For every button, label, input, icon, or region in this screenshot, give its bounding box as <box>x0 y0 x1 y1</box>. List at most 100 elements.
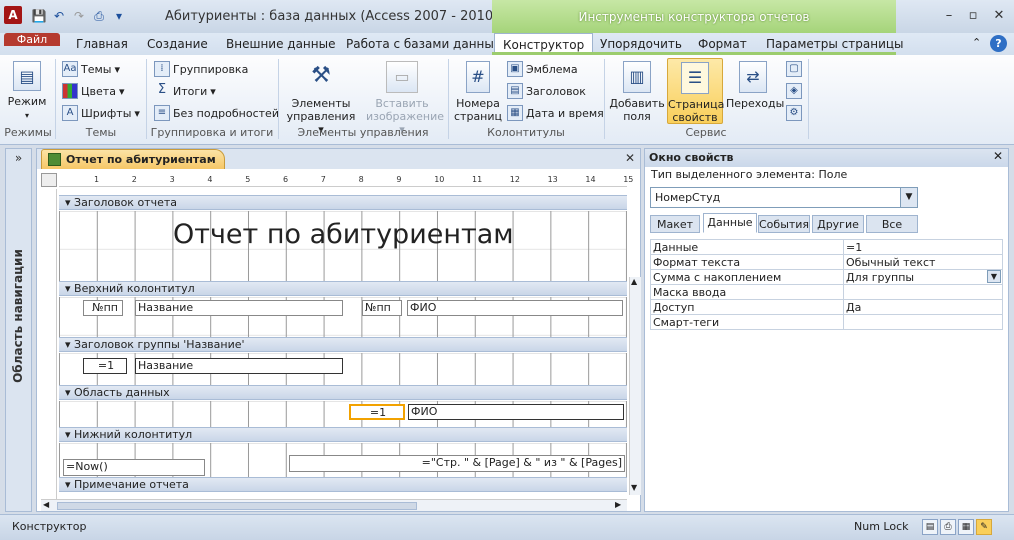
scroll-down-icon[interactable]: ▼ <box>631 483 637 492</box>
header-name-label[interactable]: Название <box>135 300 343 316</box>
table-row[interactable]: Доступ Да <box>650 299 1003 315</box>
group-name-field[interactable]: Название <box>135 358 343 374</box>
table-row[interactable]: Сумма с накоплением Для группы ▼ <box>650 269 1003 285</box>
header-npp-label[interactable]: №пп <box>83 300 123 316</box>
select-report-box[interactable] <box>41 173 57 187</box>
horizontal-scrollbar[interactable]: ◀ ▶ <box>41 499 627 511</box>
view-label: Режим <box>7 95 47 108</box>
design-view-icon[interactable]: ✎ <box>976 519 992 535</box>
tab-external-data[interactable]: Внешние данные <box>218 33 343 55</box>
scroll-left-icon[interactable]: ◀ <box>43 500 49 509</box>
selected-object-combo[interactable]: НомерСтуд <box>650 187 918 208</box>
tab-database-tools[interactable]: Работа с базами данных <box>338 33 509 55</box>
controls-button[interactable]: ⚒ Элементы управления ▾ <box>286 61 356 136</box>
footer-pages-field[interactable]: ="Стр. " & [Page] & " из " & [Pages] <box>289 455 625 472</box>
tab-all-props[interactable]: Все <box>866 215 918 233</box>
table-row[interactable]: Смарт-теги <box>650 314 1003 330</box>
group-counter-field[interactable]: =1 <box>83 358 127 374</box>
title-button[interactable]: ▤ Заголовок <box>507 83 586 99</box>
scroll-thumb[interactable] <box>57 502 417 510</box>
data-fio-field[interactable]: ФИО <box>408 404 624 420</box>
chevron-down-icon[interactable]: ▼ <box>900 188 917 207</box>
report-title-label[interactable]: Отчет по абитуриентам <box>173 219 514 250</box>
insert-image-button[interactable]: ▭ Вставить изображение ▾ <box>366 61 444 136</box>
student-number-field[interactable]: =1 <box>349 404 405 420</box>
table-row[interactable]: Формат текста Обычный текст <box>650 254 1003 270</box>
table-row[interactable]: Данные =1 <box>650 239 1003 255</box>
ruler-number: 5 <box>245 175 251 184</box>
section-page-footer[interactable]: ▾ Нижний колонтитул <box>59 427 627 442</box>
undo-icon[interactable]: ↶ <box>50 7 68 25</box>
report-tab[interactable]: Отчет по абитуриентам <box>41 149 225 169</box>
section-group-header[interactable]: ▾ Заголовок группы 'Название' <box>59 337 627 352</box>
themes-button[interactable]: Aa Темы ▾ <box>62 61 120 77</box>
scroll-right-icon[interactable]: ▶ <box>615 500 621 509</box>
save-icon[interactable]: 💾 <box>30 7 48 25</box>
tab-create[interactable]: Создание <box>139 33 216 55</box>
chevron-down-icon[interactable]: ▼ <box>987 270 1001 283</box>
page-numbers-button[interactable]: # Номера страниц <box>454 61 502 123</box>
header-npp2-label[interactable]: №пп <box>362 300 402 316</box>
section-detail[interactable]: ▾ Область данных <box>59 385 627 400</box>
tab-format-props[interactable]: Макет <box>650 215 700 233</box>
controls-label-1: Элементы <box>291 97 351 110</box>
section-report-header[interactable]: ▾ Заголовок отчета <box>59 195 627 210</box>
property-value[interactable] <box>843 314 1003 330</box>
section-report-footer[interactable]: ▾ Примечание отчета <box>59 477 627 492</box>
maximize-icon[interactable]: ▫ <box>962 6 984 26</box>
colors-button[interactable]: Цвета ▾ <box>62 83 124 99</box>
table-row[interactable]: Маска ввода <box>650 284 1003 300</box>
property-value[interactable]: Да <box>843 299 1003 315</box>
navigation-pane[interactable]: » Область навигации <box>5 148 32 512</box>
header-fio-label[interactable]: ФИО <box>407 300 623 316</box>
close-property-sheet-icon[interactable]: ✕ <box>993 149 1003 163</box>
customize-qat-icon[interactable]: ▾ <box>110 7 128 25</box>
print-preview-icon[interactable]: ⎙ <box>90 7 108 25</box>
section-page-header[interactable]: ▾ Верхний колонтитул <box>59 281 627 296</box>
date-time-button[interactable]: ▦ Дата и время <box>507 105 604 121</box>
property-value[interactable] <box>843 284 1003 300</box>
property-value[interactable]: =1 <box>843 239 1003 255</box>
design-surface[interactable]: ▾ Заголовок отчета Отчет по абитуриентам… <box>59 189 627 495</box>
ribbon-separator <box>55 59 56 139</box>
print-preview-view-icon[interactable]: ⎙ <box>940 519 956 535</box>
layout-view-icon[interactable]: ▦ <box>958 519 974 535</box>
property-sheet-button[interactable]: ☰ Страница свойств <box>667 58 724 124</box>
fonts-button[interactable]: A Шрифты ▾ <box>62 105 140 121</box>
tab-file[interactable]: Файл <box>4 33 60 46</box>
tab-order-button[interactable]: ⇄ Переходы <box>726 61 784 110</box>
property-value-cell[interactable]: Для группы ▼ <box>843 269 1003 285</box>
subform-icon[interactable]: ▢ <box>786 61 802 77</box>
view-button[interactable]: ▤ Режим ▾ <box>6 61 48 122</box>
add-fields-button[interactable]: ▥ Добавить поля <box>609 61 665 123</box>
minimize-icon[interactable]: – <box>938 6 960 26</box>
group-label-themes: Темы <box>85 126 117 139</box>
vertical-scrollbar[interactable]: ▲ ▼ <box>629 277 641 495</box>
ruler-number: 4 <box>207 175 213 184</box>
footer-date-field[interactable]: =Now() <box>63 459 205 476</box>
tab-data-props[interactable]: Данные <box>703 213 757 233</box>
tab-events-props[interactable]: События <box>758 215 810 233</box>
hide-details-button[interactable]: ≡ Без подробностей <box>154 105 279 121</box>
themes-icon: Aa <box>62 61 78 77</box>
fonts-label: Шрифты <box>81 106 132 120</box>
property-value[interactable]: Обычный текст <box>843 254 1003 270</box>
tab-other-props[interactable]: Другие <box>812 215 864 233</box>
totals-button[interactable]: Σ Итоги ▾ <box>154 83 216 99</box>
group-sort-button[interactable]: ⁞ Группировка <box>154 61 248 77</box>
close-icon[interactable]: ✕ <box>988 6 1010 26</box>
ribbon-collapse-icon[interactable]: ⌃ <box>972 36 981 49</box>
convert-macros-icon[interactable]: ⚙ <box>786 105 802 121</box>
logo-button[interactable]: ▣ Эмблема <box>507 61 578 77</box>
close-document-icon[interactable]: ✕ <box>625 151 635 165</box>
report-view-icon[interactable]: ▤ <box>922 519 938 535</box>
tab-home[interactable]: Главная <box>68 33 136 55</box>
help-icon[interactable]: ? <box>990 35 1007 52</box>
status-bar: Конструктор Num Lock ▤ ⎙ ▦ ✎ <box>0 514 1014 540</box>
access-logo-icon[interactable]: A <box>4 6 22 24</box>
num-lock-indicator: Num Lock <box>854 520 909 533</box>
nav-expand-icon[interactable]: » <box>6 151 31 165</box>
redo-icon[interactable]: ↷ <box>70 7 88 25</box>
code-icon[interactable]: ◈ <box>786 83 802 99</box>
scroll-up-icon[interactable]: ▲ <box>631 277 637 286</box>
